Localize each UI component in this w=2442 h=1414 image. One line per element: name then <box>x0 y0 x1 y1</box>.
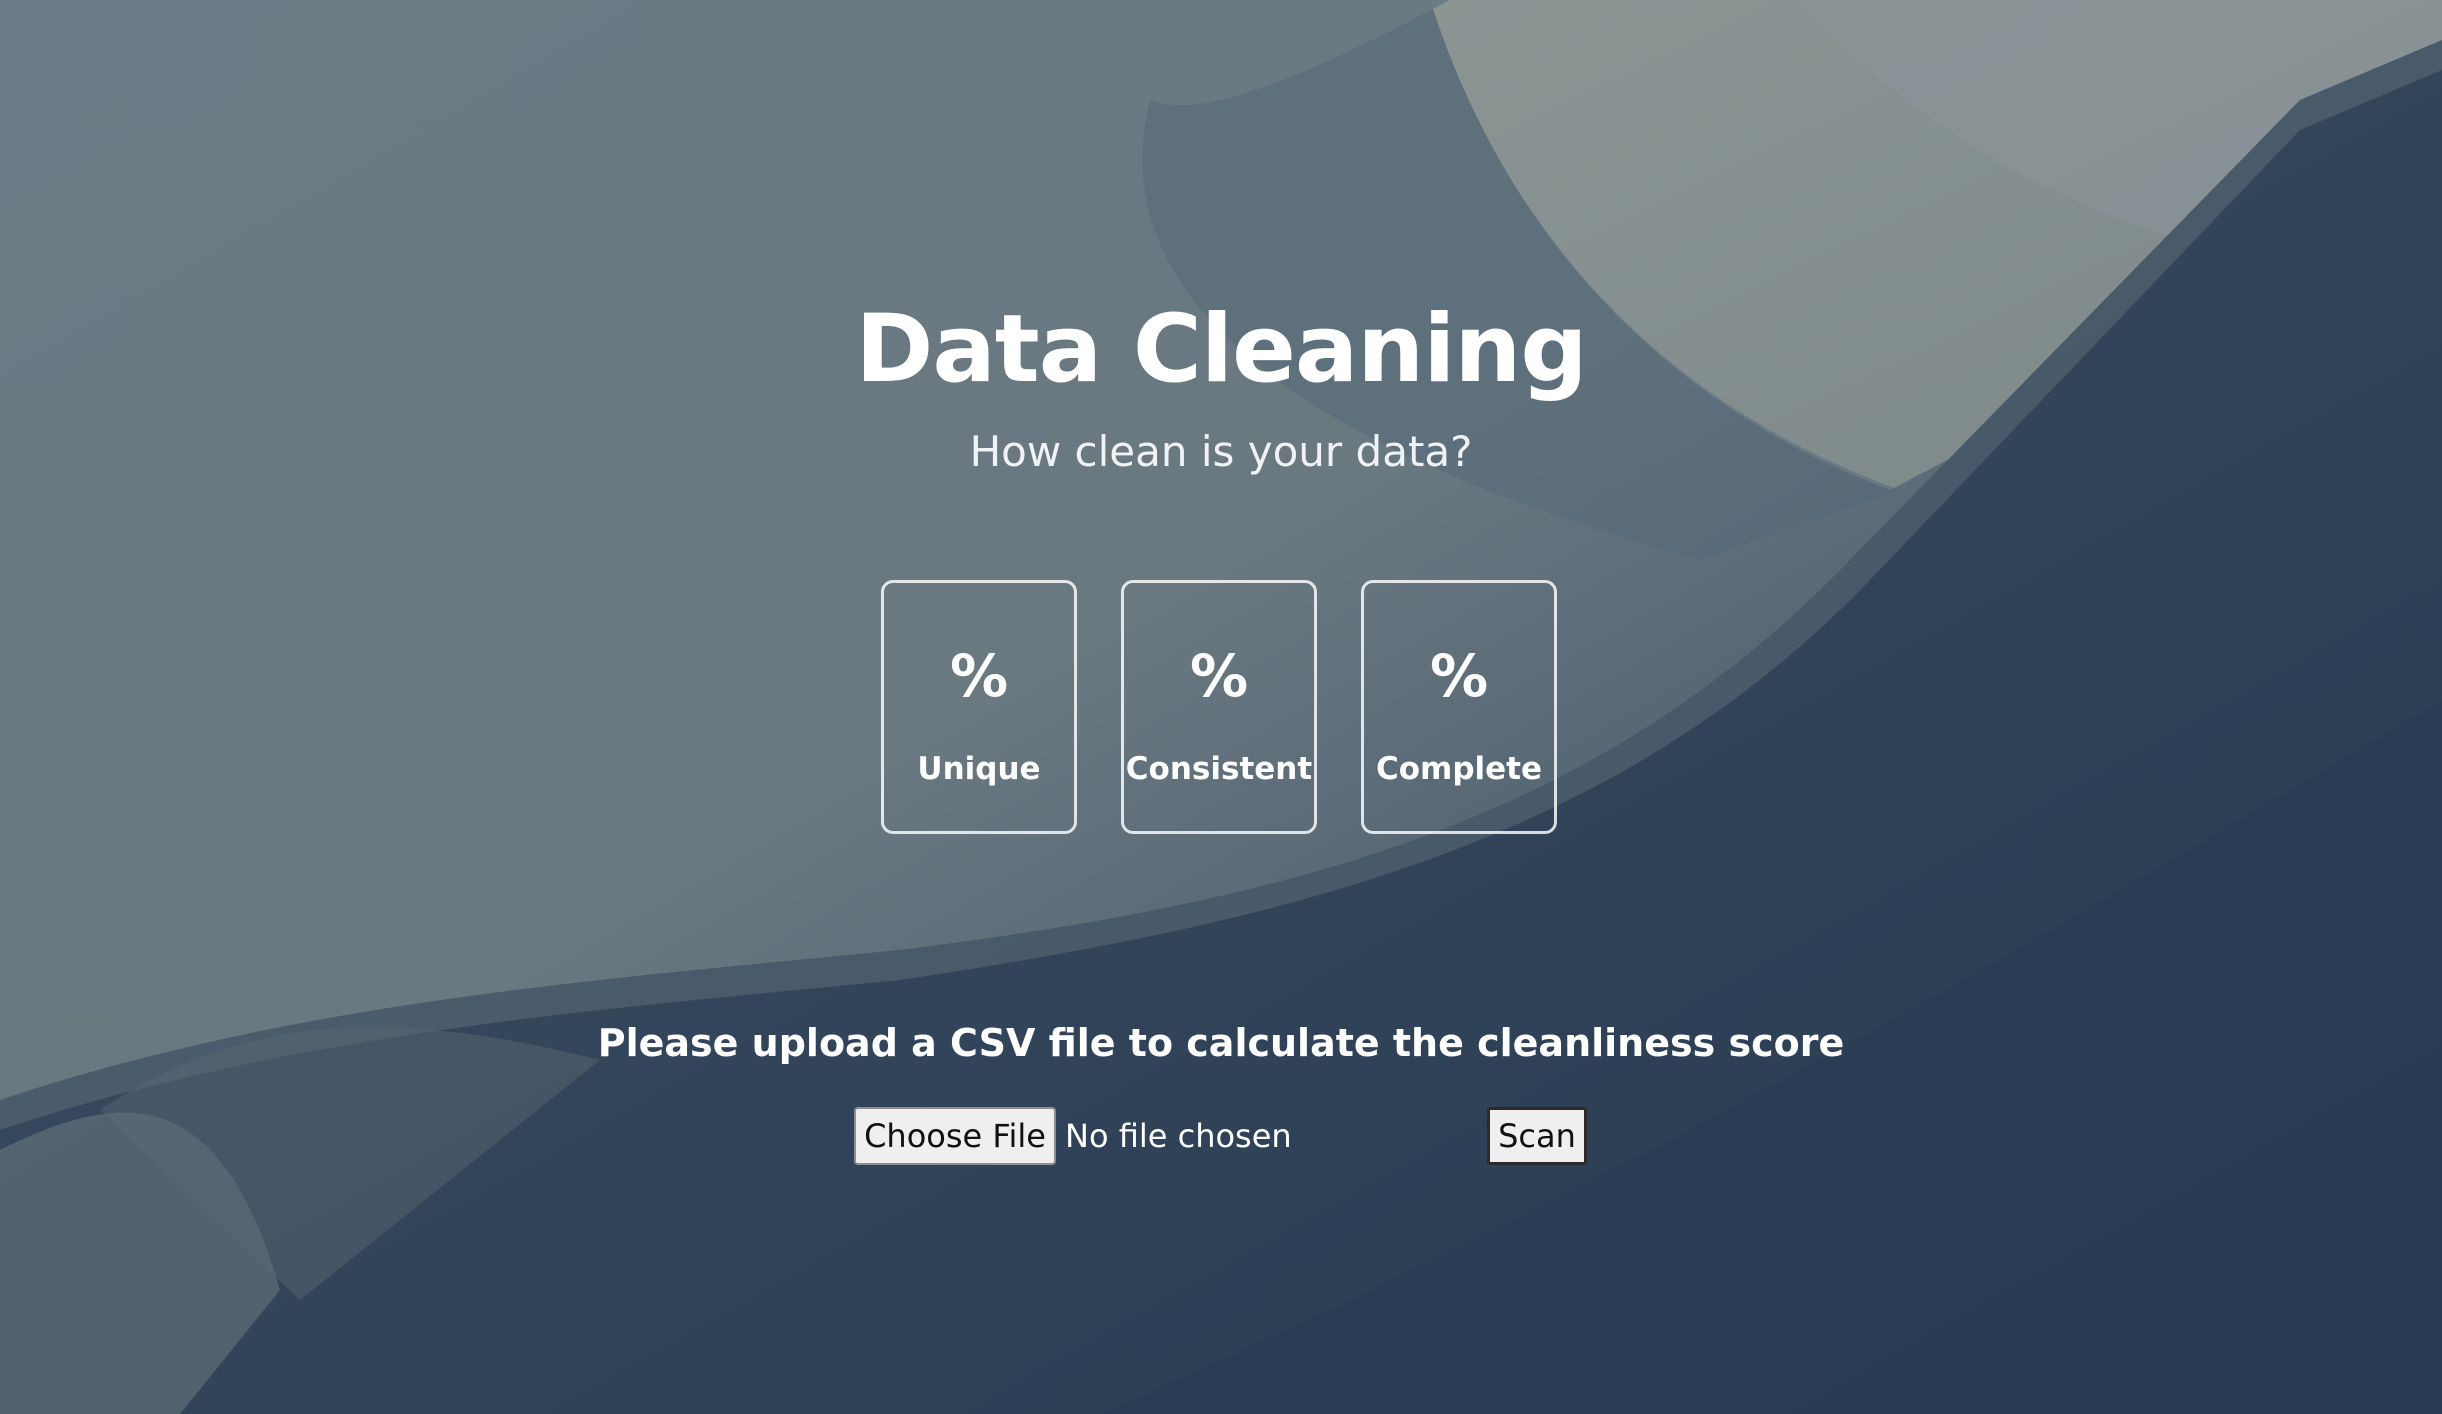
choose-file-button[interactable]: Choose File <box>854 1107 1056 1165</box>
upload-instructions: Please upload a CSV file to calculate th… <box>597 1021 1845 1065</box>
metric-card-complete: % Complete <box>1361 580 1557 834</box>
page-subtitle: How clean is your data? <box>969 427 1473 476</box>
metric-value-complete: % <box>1429 642 1489 710</box>
metric-label-consistent: Consistent <box>1125 751 1313 787</box>
metric-cards: % Unique % Consistent % Complete <box>881 580 1561 838</box>
main-content: Data Cleaning How clean is your data? % … <box>0 0 2442 1414</box>
metric-label-complete: Complete <box>1375 751 1543 787</box>
file-status-text: No file chosen <box>1065 1117 1292 1155</box>
scan-button[interactable]: Scan <box>1487 1107 1587 1165</box>
metric-label-unique: Unique <box>917 751 1041 787</box>
metric-value-unique: % <box>949 642 1009 710</box>
page-title: Data Cleaning <box>855 295 1587 404</box>
metric-card-consistent: % Consistent <box>1121 580 1317 834</box>
metric-value-consistent: % <box>1189 642 1249 710</box>
metric-card-unique: % Unique <box>881 580 1077 834</box>
